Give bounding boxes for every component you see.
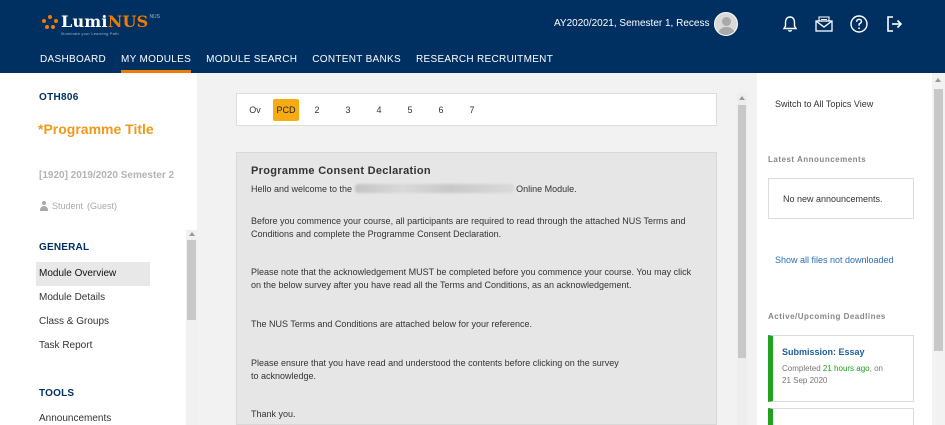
paragraph-3: The NUS Terms and Conditions are attache… bbox=[251, 319, 532, 329]
help-icon[interactable] bbox=[849, 14, 869, 34]
deadline-card[interactable]: Submission: Essay Completed 21 hours ago… bbox=[768, 335, 914, 402]
right-panel: Switch to All Topics View Latest Announc… bbox=[757, 73, 932, 425]
tab-pcd[interactable]: PCD bbox=[273, 98, 299, 121]
tab-6[interactable]: 6 bbox=[428, 99, 454, 121]
sidebar-item-announcements[interactable]: Announcements bbox=[36, 407, 150, 425]
programme-title: *Programme Title bbox=[38, 121, 154, 137]
content-title: Programme Consent Declaration bbox=[251, 165, 431, 177]
role-note: (Guest) bbox=[87, 201, 118, 211]
tab-3[interactable]: 3 bbox=[335, 99, 361, 121]
luminus-logo[interactable]: LumiNUS Illuminate your Learning Path NU… bbox=[42, 14, 160, 36]
logout-icon[interactable] bbox=[884, 14, 904, 34]
tab-4[interactable]: 4 bbox=[366, 99, 392, 121]
avatar[interactable] bbox=[714, 12, 738, 36]
sidebar-item-module-overview[interactable]: Module Overview bbox=[36, 262, 150, 286]
nav-content-banks[interactable]: CONTENT BANKS bbox=[312, 54, 401, 73]
paragraph-2: Please note that the acknowledgement MUS… bbox=[251, 267, 692, 290]
bell-icon[interactable] bbox=[780, 14, 800, 34]
topic-content: Programme Consent Declaration Hello and … bbox=[236, 152, 717, 425]
sidebar-scrollbar[interactable] bbox=[186, 230, 197, 425]
module-semester: [1920] 2019/2020 Semester 2 bbox=[39, 170, 175, 181]
nav-dashboard[interactable]: DASHBOARD bbox=[40, 54, 106, 73]
academic-term: AY2020/2021, Semester 1, Recess bbox=[554, 18, 710, 29]
content-scrollbar[interactable] bbox=[737, 93, 747, 425]
logo-sun-icon bbox=[42, 15, 58, 31]
user-role: Student (Guest) bbox=[39, 201, 117, 211]
general-heading: GENERAL bbox=[39, 242, 90, 253]
nav-research-recruitment[interactable]: RESEARCH RECRUITMENT bbox=[416, 54, 553, 73]
main-nav: DASHBOARD MY MODULES MODULE SEARCH CONTE… bbox=[40, 54, 568, 73]
scroll-up-icon[interactable] bbox=[189, 232, 195, 236]
tab-5[interactable]: 5 bbox=[397, 99, 423, 121]
deadline-status: Completed 21 hours ago, on 21 Sep 2020 bbox=[782, 364, 883, 385]
tab-2[interactable]: 2 bbox=[304, 99, 330, 121]
announcements-box: No new announcements. bbox=[768, 178, 914, 219]
role-label: Student bbox=[52, 201, 84, 211]
scrollbar-thumb[interactable] bbox=[738, 105, 746, 358]
sidebar-item-task-report[interactable]: Task Report bbox=[36, 334, 150, 358]
announcements-heading: Latest Announcements bbox=[768, 155, 867, 164]
topic-tabs: Ov PCD 2 3 4 5 6 7 bbox=[236, 93, 717, 126]
greeting-line: Hello and welcome to the Online Module. bbox=[251, 184, 577, 194]
nav-my-modules[interactable]: MY MODULES bbox=[121, 54, 192, 73]
deadlines-heading: Active/Upcoming Deadlines bbox=[768, 312, 886, 321]
module-code: OTH806 bbox=[39, 92, 79, 103]
scroll-up-icon[interactable] bbox=[739, 96, 745, 100]
deadline-card[interactable] bbox=[768, 408, 914, 425]
switch-all-topics-link[interactable]: Switch to All Topics View bbox=[775, 99, 873, 109]
sidebar-item-module-details[interactable]: Module Details bbox=[36, 286, 150, 310]
user-icon bbox=[39, 201, 49, 211]
logo-tagline: Illuminate your Learning Path bbox=[61, 31, 119, 36]
tab-7[interactable]: 7 bbox=[459, 99, 485, 121]
logo-name: LumiNUS bbox=[61, 12, 149, 31]
top-header: LumiNUS Illuminate your Learning Path NU… bbox=[0, 0, 945, 73]
tab-overview[interactable]: Ov bbox=[242, 99, 268, 121]
page-scrollbar[interactable] bbox=[932, 73, 945, 425]
deadline-title[interactable]: Submission: Essay bbox=[782, 347, 913, 357]
mail-icon[interactable] bbox=[814, 14, 834, 34]
tools-heading: TOOLS bbox=[39, 388, 75, 399]
scrollbar-thumb[interactable] bbox=[934, 89, 943, 351]
scrollbar-thumb[interactable] bbox=[187, 240, 196, 320]
paragraph-4: Please ensure that you have read and und… bbox=[251, 358, 619, 381]
logo-superscript: NUS bbox=[149, 14, 160, 20]
redacted-text bbox=[354, 184, 514, 193]
paragraph-1: Before you commence your course, all par… bbox=[251, 216, 686, 239]
paragraph-5: Thank you. bbox=[251, 409, 296, 419]
sidebar-item-class-groups[interactable]: Class & Groups bbox=[36, 310, 150, 334]
nav-module-search[interactable]: MODULE SEARCH bbox=[206, 54, 297, 73]
module-sidebar: OTH806 *Programme Title [1920] 2019/2020… bbox=[0, 73, 197, 425]
show-files-link[interactable]: Show all files not downloaded bbox=[775, 255, 894, 265]
scroll-up-icon[interactable] bbox=[935, 78, 941, 82]
